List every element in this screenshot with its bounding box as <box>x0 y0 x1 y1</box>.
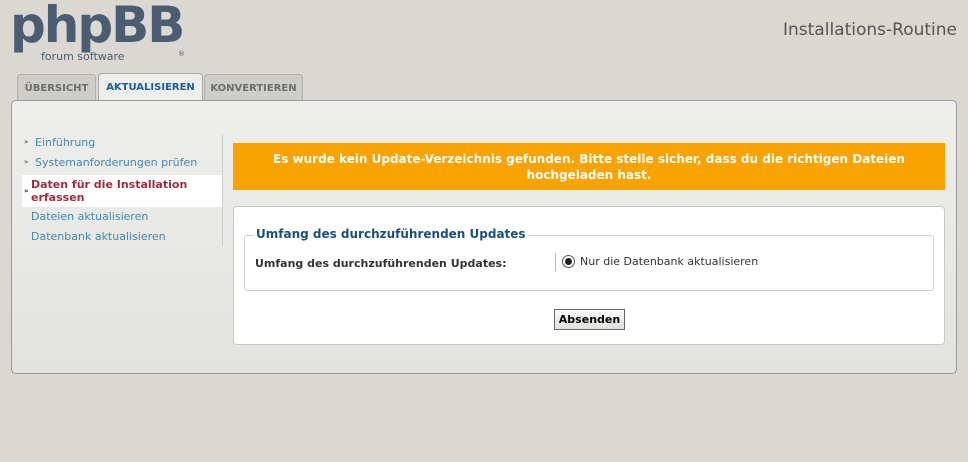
menu-item-label: Systemanforderungen prüfen <box>35 156 198 169</box>
tab-convert[interactable]: KONVERTIEREN <box>204 74 303 101</box>
update-form: Umfang des durchzuführenden Updates Umfa… <box>233 206 945 345</box>
menu-item-label: Datenbank aktualisieren <box>31 230 166 243</box>
bullet-icon: » <box>24 187 29 195</box>
error-message: Es wurde kein Update-Verzeichnis gefunde… <box>233 143 945 190</box>
menu-item-label: Einführung <box>35 136 96 149</box>
bullet-icon: » <box>24 158 29 166</box>
field-label: Umfang des durchzuführenden Updates: <box>255 257 507 270</box>
logo-wordmark: phpBB <box>10 0 185 54</box>
fieldset-legend: Umfang des durchzuführenden Updates <box>254 227 528 241</box>
logo-subtitle: forum software <box>41 50 125 63</box>
bullet-icon: » <box>24 138 29 146</box>
tab-update[interactable]: AKTUALISIEREN <box>98 73 203 101</box>
menu-item-label: Dateien aktualisieren <box>31 210 149 223</box>
menu-item-label: Daten für die Installation erfassen <box>31 178 188 204</box>
field-divider <box>555 253 556 271</box>
submit-button[interactable]: Absenden <box>554 309 625 330</box>
page-title: Installations-Routine <box>783 20 957 40</box>
radio-database-only[interactable] <box>562 255 575 268</box>
logo-registered-mark: ® <box>178 50 185 58</box>
menu-item-collect-data[interactable]: » Daten für die Installation erfassen <box>22 175 222 207</box>
radio-label[interactable]: Nur die Datenbank aktualisieren <box>580 255 758 268</box>
phpbb-logo: phpBB forum software ® <box>10 0 185 66</box>
menu-divider <box>222 134 223 246</box>
tab-overview[interactable]: ÜBERSICHT <box>17 74 96 101</box>
